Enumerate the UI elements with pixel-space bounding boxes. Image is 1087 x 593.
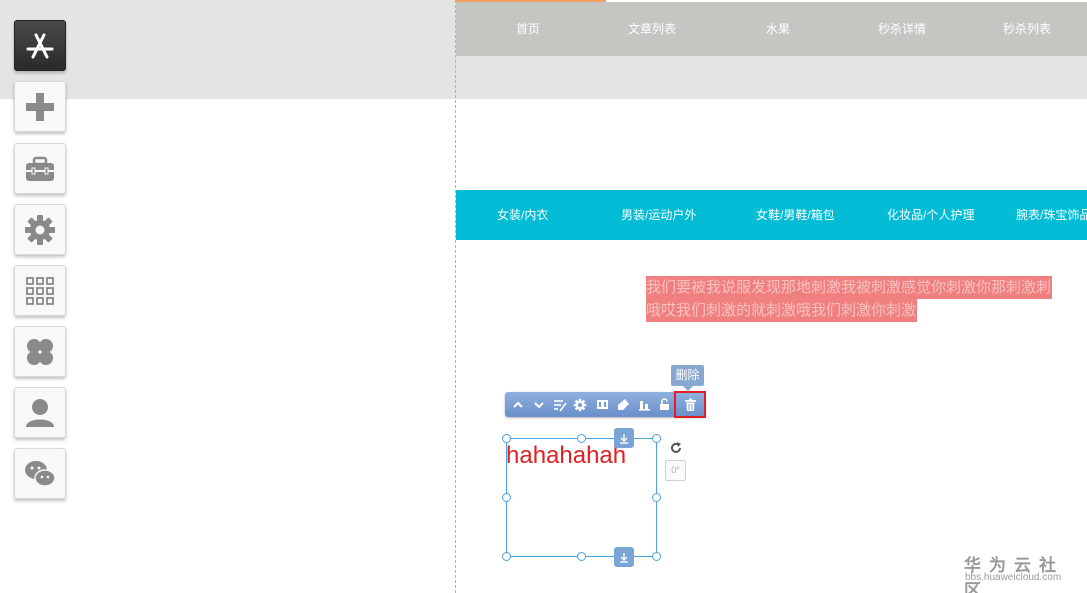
unlock-icon (659, 398, 669, 410)
move-down-button[interactable] (531, 396, 547, 413)
element-toolbar (505, 391, 706, 418)
app-store-tool-button[interactable] (14, 20, 66, 71)
resize-handle-left[interactable] (502, 493, 511, 502)
wechat-icon (25, 460, 56, 487)
resize-handle-right[interactable] (652, 493, 661, 502)
gear-icon (25, 214, 55, 245)
wechat-tool-button[interactable] (14, 448, 66, 499)
category-item-men[interactable]: 男装/运动户外 (621, 190, 696, 240)
watermark-url: bbs.huaweicloud.com (965, 572, 1062, 583)
top-nav-bar: 首页 文章列表 水果 秒杀详情 秒杀列表 (456, 2, 1087, 56)
rotate-icon (671, 442, 681, 453)
resize-handle-top[interactable] (577, 434, 586, 443)
toolbox-icon (26, 156, 54, 181)
plus-icon (26, 92, 54, 121)
nav-item-fruit[interactable]: 水果 (723, 2, 833, 56)
nav-item-article-list[interactable]: 文章列表 (597, 2, 707, 56)
delete-tooltip: 删除 (671, 365, 704, 391)
editor-header-band (0, 0, 456, 99)
nav-item-flash-sale-detail[interactable]: 秒杀详情 (847, 2, 957, 56)
grid-tool-button[interactable] (14, 265, 66, 316)
toolbox-tool-button[interactable] (14, 143, 66, 194)
resize-handle-top-right[interactable] (652, 434, 661, 443)
category-item-shoes-bags[interactable]: 女鞋/男鞋/箱包 (756, 190, 835, 240)
resize-handle-bottom-left[interactable] (502, 552, 511, 561)
user-tool-button[interactable] (14, 387, 66, 438)
bottom-anchor-button[interactable] (614, 547, 634, 567)
rotation-angle-display: 0° (665, 460, 686, 481)
user-icon (26, 398, 54, 427)
highlighted-text-line-2: 哦哎我们刺激的就刺激哦我们刺激你刺激 (646, 299, 918, 322)
category-item-cosmetics[interactable]: 化妆品/个人护理 (887, 190, 974, 240)
chevron-up-icon (513, 401, 523, 408)
top-anchor-button[interactable] (614, 428, 634, 448)
nav-item-home[interactable]: 首页 (473, 2, 583, 56)
category-item-women[interactable]: 女装/内衣 (497, 190, 548, 240)
grid-icon (26, 276, 54, 305)
resize-handle-top-left[interactable] (502, 434, 511, 443)
category-bar: 女装/内衣 男装/运动户外 女鞋/男鞋/箱包 化妆品/个人护理 腕表/珠宝饰品 (456, 190, 1087, 240)
trash-icon (684, 398, 696, 411)
lock-button[interactable] (656, 396, 672, 413)
settings-tool-button[interactable] (14, 204, 66, 255)
chevron-down-icon (534, 401, 544, 408)
download-arrow-icon (620, 433, 628, 444)
app-store-icon (26, 33, 54, 58)
edit-text-button[interactable] (552, 396, 568, 413)
highlighted-text-block[interactable]: 我们要被我说服发现那地刺激我被刺激感觉你刺激你那刺激刺 哦哎我们刺激的就刺激哦我… (646, 276, 1087, 322)
rotate-button[interactable] (666, 438, 686, 458)
film-icon (596, 400, 608, 409)
download-arrow-icon (620, 552, 628, 563)
clover-tool-button[interactable] (14, 326, 66, 377)
align-button[interactable] (636, 396, 652, 413)
delete-element-button[interactable] (674, 391, 706, 418)
gear-icon (573, 398, 587, 411)
nav-item-flash-sale-list[interactable]: 秒杀列表 (972, 2, 1082, 56)
edit-icon (554, 399, 567, 411)
add-tool-button[interactable] (14, 81, 66, 132)
category-item-watches-jewelry[interactable]: 腕表/珠宝饰品 (1016, 190, 1087, 240)
move-up-button[interactable] (510, 396, 526, 413)
nav-subbar (456, 56, 1087, 99)
resize-handle-bottom[interactable] (577, 552, 586, 561)
style-button[interactable] (615, 396, 631, 413)
selected-element-text[interactable]: hahahahah (506, 441, 626, 471)
align-bottom-icon (638, 401, 650, 411)
highlighted-text-line-1: 我们要被我说服发现那地刺激我被刺激感觉你刺激你那刺激刺 (646, 276, 1053, 299)
element-settings-button[interactable] (572, 396, 588, 413)
resize-handle-bottom-right[interactable] (652, 552, 661, 561)
animation-button[interactable] (594, 396, 610, 413)
clover-icon (27, 338, 53, 365)
paint-drop-icon (617, 399, 629, 410)
